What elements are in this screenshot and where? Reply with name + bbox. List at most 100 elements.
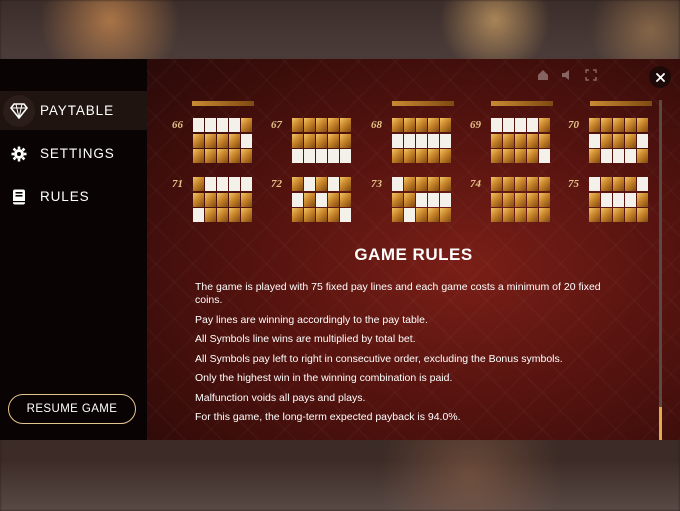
- background-toolbar: [537, 69, 597, 81]
- payline-cell: [392, 133, 403, 148]
- payline-cell: [217, 208, 228, 222]
- scrollbar-track[interactable]: [659, 100, 662, 440]
- payline-cell: [613, 177, 624, 191]
- home-icon: [538, 70, 548, 80]
- payline-cell: [404, 177, 415, 191]
- payline-cell: [304, 177, 315, 191]
- payline-pattern: [291, 117, 352, 164]
- payline-cell: [416, 133, 427, 148]
- rule-line: Pay lines are winning accordingly to the…: [195, 313, 428, 326]
- payline-cell: [292, 149, 303, 163]
- payline-pattern: [391, 117, 452, 164]
- payline-cell: [229, 192, 240, 207]
- payline-pattern: [588, 176, 649, 223]
- payline-cell: [241, 177, 252, 191]
- payline-cell: [229, 177, 240, 191]
- payline-cell: [539, 208, 550, 222]
- sidebar-item-rules[interactable]: RULES: [0, 177, 147, 216]
- payline-cell: [217, 192, 228, 207]
- sidebar-item-settings[interactable]: SETTINGS: [0, 134, 147, 173]
- payline-cell: [491, 208, 502, 222]
- payline-cell: [316, 192, 327, 207]
- payline-cell: [637, 149, 648, 163]
- payline-cell: [416, 149, 427, 163]
- payline-cell: [340, 118, 351, 132]
- payline-cell: [328, 133, 339, 148]
- payline-cell: [613, 133, 624, 148]
- payline-cell: [340, 133, 351, 148]
- payline-cell: [613, 149, 624, 163]
- payline-cell: [292, 177, 303, 191]
- payline-cell: [241, 118, 252, 132]
- payline-pattern: [192, 176, 253, 223]
- payline-cell: [601, 118, 612, 132]
- payline-cell: [491, 118, 502, 132]
- payline-cell: [404, 133, 415, 148]
- payline-cell: [316, 133, 327, 148]
- payline-cell: [392, 177, 403, 191]
- payline-cell: [328, 192, 339, 207]
- payline-cell: [217, 133, 228, 148]
- info-modal: PAYTABLE SETTINGS RULES RESUME GAME 66 6…: [0, 59, 680, 440]
- payline-pattern: [291, 176, 352, 223]
- payline-cell: [404, 208, 415, 222]
- payline-cell: [205, 177, 216, 191]
- payline-cell: [404, 192, 415, 207]
- payline-cell: [440, 208, 451, 222]
- close-button[interactable]: [649, 66, 671, 88]
- payline-cell: [229, 133, 240, 148]
- partial-payline-row: [590, 101, 652, 106]
- payline-cell: [625, 118, 636, 132]
- payline-cell: [625, 208, 636, 222]
- close-icon: [655, 72, 665, 82]
- payline-cell: [625, 177, 636, 191]
- payline-number: 67: [271, 119, 282, 131]
- payline-cell: [229, 208, 240, 222]
- payline-cell: [229, 149, 240, 163]
- payline-cell: [392, 192, 403, 207]
- payline-cell: [625, 192, 636, 207]
- payline-cell: [515, 192, 526, 207]
- payline-cell: [292, 118, 303, 132]
- payline-cell: [340, 208, 351, 222]
- payline-pattern: [588, 117, 649, 164]
- payline-cell: [491, 192, 502, 207]
- payline-cell: [193, 208, 204, 222]
- rule-line: All Symbols pay left to right in consecu…: [195, 352, 563, 365]
- rule-line: Only the highest win in the winning comb…: [195, 372, 453, 384]
- sidebar-item-paytable[interactable]: PAYTABLE: [0, 91, 147, 130]
- resume-game-button[interactable]: RESUME GAME: [8, 394, 136, 424]
- payline-cell: [392, 118, 403, 132]
- payline-cell: [392, 149, 403, 163]
- payline-cell: [601, 133, 612, 148]
- payline-cell: [205, 208, 216, 222]
- payline-cell: [637, 118, 648, 132]
- payline-cell: [440, 149, 451, 163]
- payline-number: 69: [470, 119, 481, 131]
- rule-line: All Symbols line wins are multiplied by …: [195, 333, 416, 345]
- payline-cell: [589, 177, 600, 191]
- payline-cell: [229, 118, 240, 132]
- payline-cell: [428, 177, 439, 191]
- payline-cell: [539, 149, 550, 163]
- payline-cell: [205, 192, 216, 207]
- payline-cell: [539, 192, 550, 207]
- payline-cell: [416, 208, 427, 222]
- payline-cell: [527, 118, 538, 132]
- payline-cell: [241, 192, 252, 207]
- payline-cell: [328, 177, 339, 191]
- partial-payline-row: [392, 101, 454, 106]
- payline-cell: [340, 192, 351, 207]
- payline-cell: [428, 192, 439, 207]
- payline-pattern: [391, 176, 452, 223]
- gear-icon: [3, 138, 35, 170]
- diamond-icon: [3, 94, 35, 127]
- payline-cell: [601, 208, 612, 222]
- payline-cell: [392, 208, 403, 222]
- payline-number: 68: [371, 119, 382, 131]
- payline-cell: [637, 133, 648, 148]
- scrollbar-thumb[interactable]: [659, 407, 662, 440]
- sidebar-item-label: SETTINGS: [40, 146, 115, 161]
- payline-cell: [292, 192, 303, 207]
- payline-cell: [205, 133, 216, 148]
